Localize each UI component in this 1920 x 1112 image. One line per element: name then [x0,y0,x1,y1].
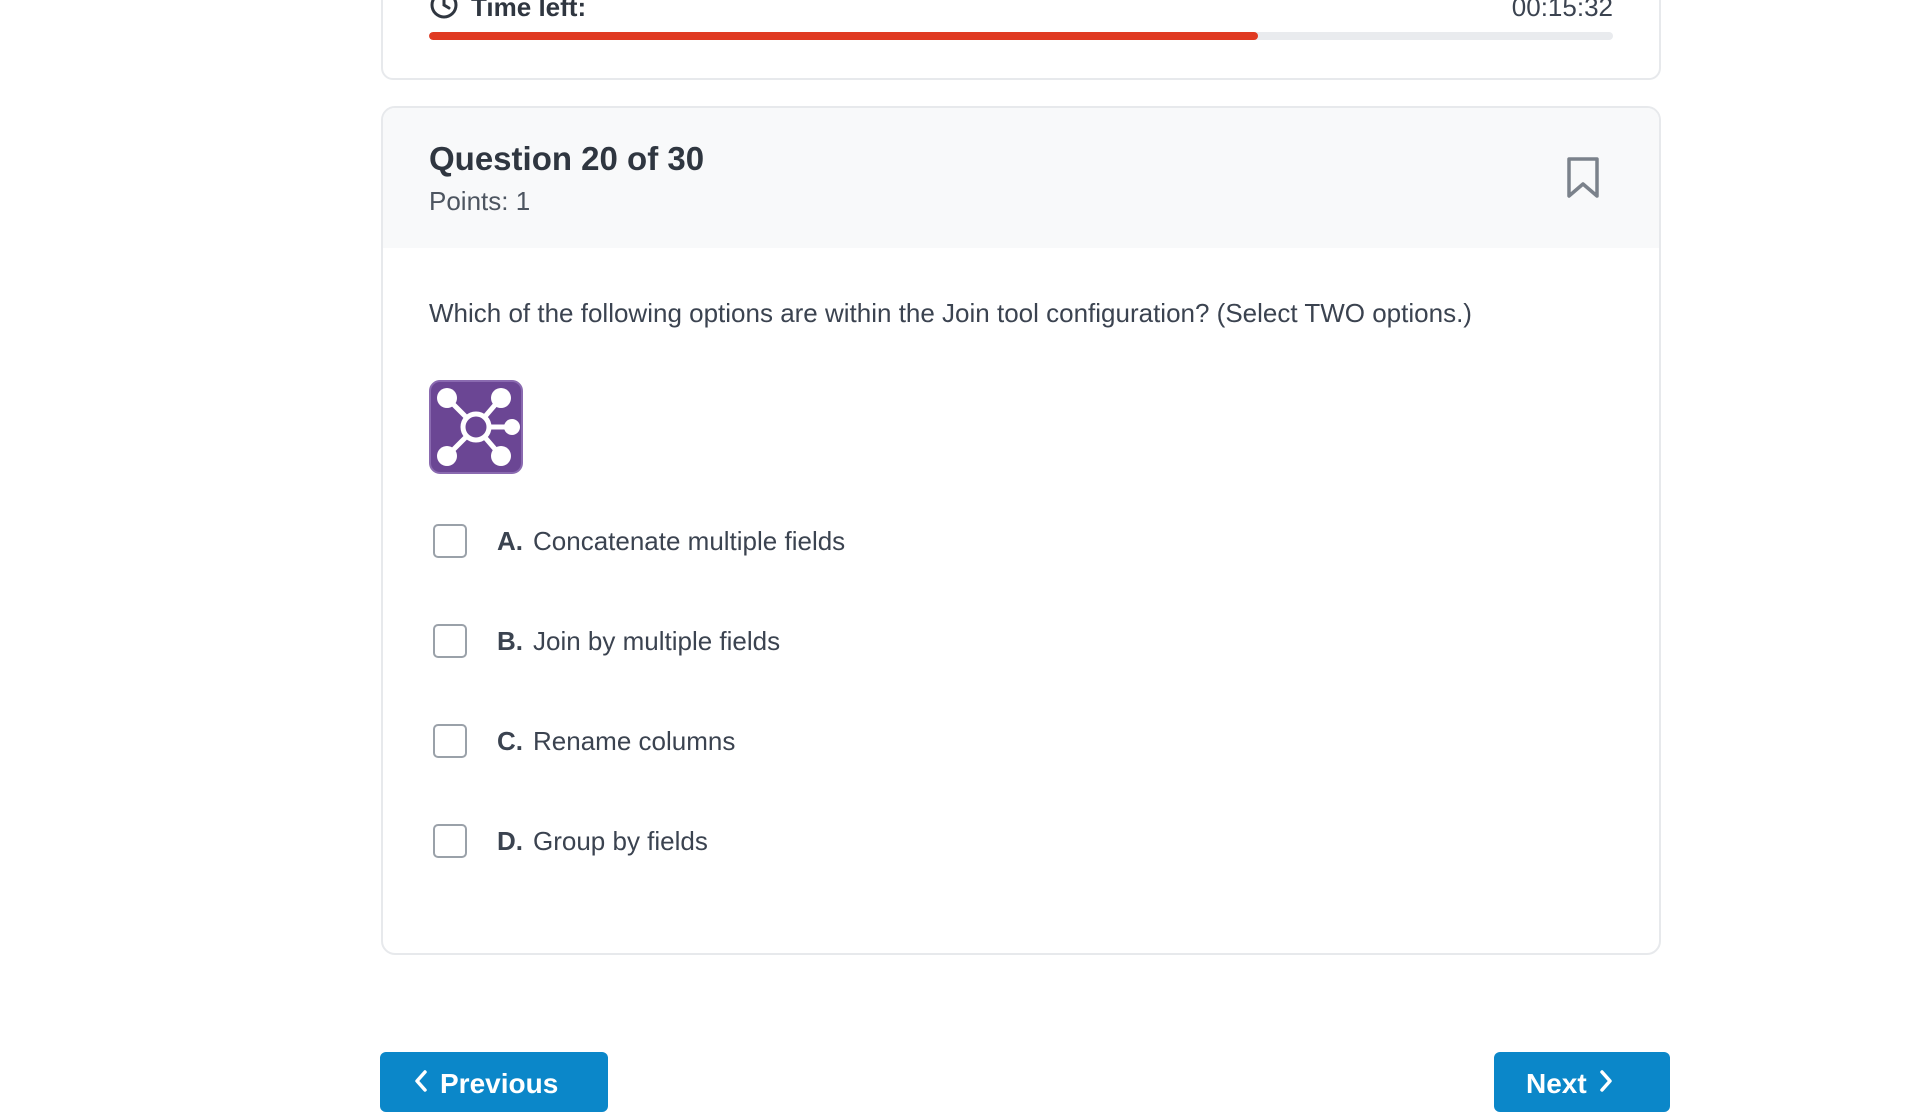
chevron-right-icon [1599,1068,1613,1100]
next-button-label: Next [1526,1068,1587,1099]
chevron-left-icon [414,1068,428,1100]
option-text: Rename columns [533,725,736,756]
option-letter: D. [497,825,523,856]
question-points: Points: 1 [429,186,531,216]
join-tool-icon [429,380,523,474]
previous-button[interactable]: Previous [380,1052,608,1112]
timer-label: Time left: [471,0,587,22]
timer-row: Time left: 00:15:32 [429,0,1613,22]
question-header: Question 20 of 30 Points: 1 [383,108,1659,248]
clock-icon [429,0,459,25]
option-c-checkbox[interactable] [433,724,467,758]
timer-value: 00:15:32 [1511,0,1613,22]
option-text: Group by fields [533,825,708,856]
option-c[interactable]: C. Rename columns [429,718,845,764]
timer-left: Time left: [429,0,586,25]
option-letter: B. [497,625,523,656]
time-progress-fill [429,32,1258,40]
next-button[interactable]: Next [1494,1052,1670,1112]
option-b[interactable]: B. Join by multiple fields [429,618,845,664]
answer-options: A. Concatenate multiple fields B. Join b… [429,518,845,918]
option-letter: C. [497,725,523,756]
question-text: Which of the following options are withi… [429,298,1472,328]
timer-card: Time left: 00:15:32 [381,0,1661,80]
previous-button-label: Previous [440,1068,559,1099]
bookmark-icon[interactable] [1565,156,1601,200]
option-d-checkbox[interactable] [433,824,467,858]
option-a-checkbox[interactable] [433,524,467,558]
option-a[interactable]: A. Concatenate multiple fields [429,518,845,564]
question-card: Question 20 of 30 Points: 1 Which of the… [381,106,1661,955]
option-b-checkbox[interactable] [433,624,467,658]
option-d[interactable]: D. Group by fields [429,818,845,864]
option-text: Join by multiple fields [533,625,781,656]
question-title: Question 20 of 30 [429,140,705,177]
option-letter: A. [497,525,523,556]
time-progress-bar [429,32,1613,40]
option-text: Concatenate multiple fields [533,525,846,556]
